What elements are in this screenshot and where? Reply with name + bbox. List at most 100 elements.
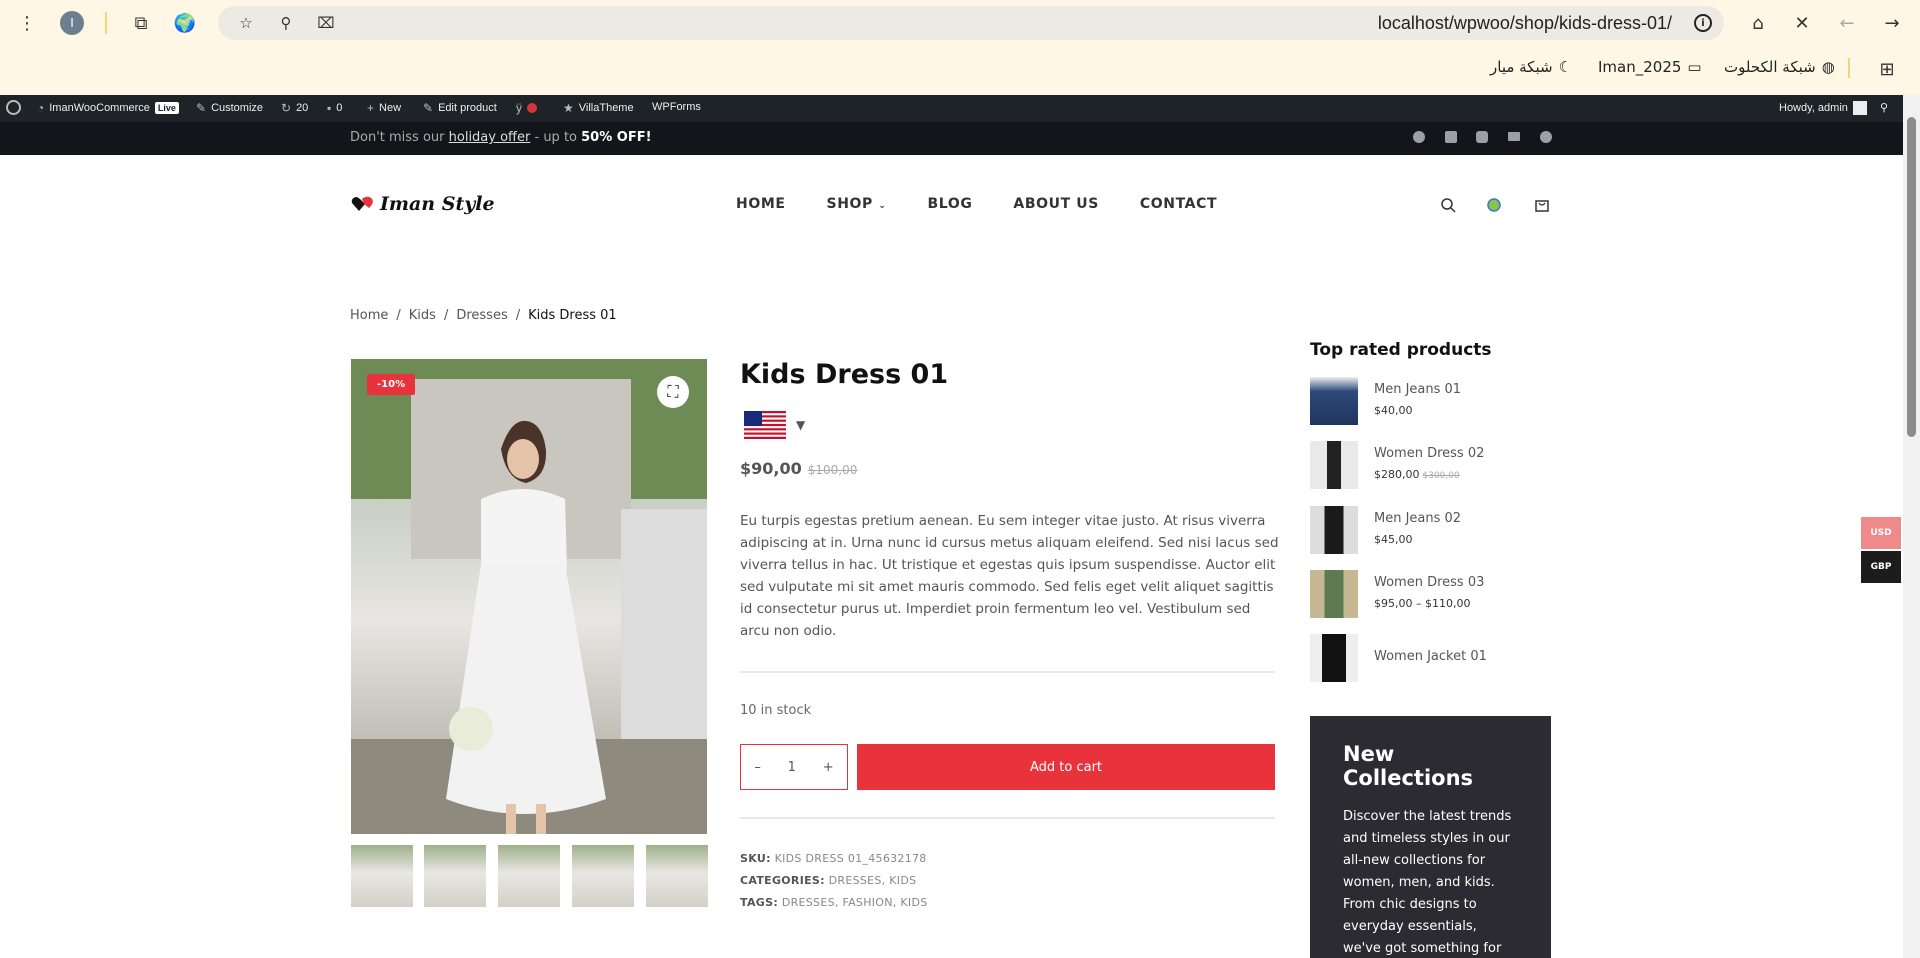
extensions-icon[interactable]: ⧉ bbox=[128, 10, 154, 36]
sidebar-product[interactable]: Women Dress 02 $280,00 $300,00 bbox=[1310, 441, 1530, 491]
sidebar-product-name[interactable]: Women Jacket 01 bbox=[1374, 649, 1487, 664]
plus-icon[interactable]: + bbox=[823, 760, 834, 775]
us-flag-icon[interactable] bbox=[744, 411, 786, 439]
gallery-thumb[interactable] bbox=[646, 845, 708, 907]
breadcrumb-home[interactable]: Home bbox=[350, 308, 388, 323]
search-icon[interactable]: ⚲ bbox=[1880, 101, 1888, 114]
bookmark-folder[interactable]: شبكة ميار ☾ bbox=[1490, 58, 1572, 76]
sidebar-product-name[interactable]: Men Jeans 02 bbox=[1374, 511, 1461, 526]
new-content-link[interactable]: + New bbox=[367, 101, 401, 115]
currency-dropdown-caret-icon[interactable]: ▼ bbox=[796, 418, 805, 432]
sidebar-product-name[interactable]: Men Jeans 01 bbox=[1374, 382, 1461, 397]
breadcrumb-sep: / bbox=[443, 308, 449, 323]
updates-link[interactable]: ↻ 20 bbox=[281, 101, 308, 115]
profile-avatar[interactable]: I bbox=[60, 11, 84, 35]
phone-icon[interactable] bbox=[1540, 131, 1552, 143]
globe-extension-icon[interactable]: 🌍 bbox=[172, 10, 198, 36]
product-thumb[interactable] bbox=[1310, 634, 1358, 682]
scrollbar-thumb[interactable] bbox=[1907, 117, 1916, 437]
site-info-icon[interactable]: i bbox=[1694, 14, 1712, 32]
email-icon[interactable] bbox=[1508, 132, 1520, 141]
sidebar-product[interactable]: Men Jeans 01 $40,00 bbox=[1310, 377, 1530, 427]
quantity-stepper[interactable]: – 1 + bbox=[740, 744, 848, 790]
close-icon[interactable]: ✕ bbox=[1789, 10, 1815, 36]
add-to-cart-button[interactable]: Add to cart bbox=[857, 744, 1275, 790]
forward-icon[interactable]: → bbox=[1879, 10, 1905, 36]
gallery-thumb[interactable] bbox=[351, 845, 413, 907]
holiday-offer-link[interactable]: holiday offer bbox=[449, 130, 531, 145]
product-thumb[interactable] bbox=[1310, 570, 1358, 618]
product-thumb[interactable] bbox=[1310, 441, 1358, 489]
villatheme-link[interactable]: ★ VillaTheme bbox=[563, 101, 634, 115]
live-badge: Live bbox=[154, 102, 179, 114]
categories-label: CATEGORIES: bbox=[740, 874, 825, 887]
bookmark-folder[interactable]: Iman_2025 ▭ bbox=[1598, 58, 1702, 76]
tags-links[interactable]: DRESSES, FASHION, KIDS bbox=[782, 896, 928, 909]
address-bar[interactable]: ☆ ⚲ ⌧ localhost/wpwoo/shop/kids-dress-01… bbox=[218, 6, 1724, 40]
edit-product-link[interactable]: ✎ Edit product bbox=[423, 101, 497, 115]
divider bbox=[740, 671, 1275, 673]
yoast-icon: ÿ bbox=[516, 101, 522, 115]
cart-icon[interactable] bbox=[1533, 196, 1551, 214]
sidebar-product[interactable]: Women Jacket 01 bbox=[1310, 634, 1530, 684]
fullscreen-icon[interactable]: ⛶ bbox=[657, 376, 689, 408]
url-text[interactable]: localhost/wpwoo/shop/kids-dress-01/ bbox=[1378, 13, 1672, 34]
wpforms-link[interactable]: WPForms bbox=[652, 101, 701, 113]
gallery-thumb[interactable] bbox=[424, 845, 486, 907]
bookmark-label: Iman_2025 bbox=[1598, 58, 1682, 76]
x-twitter-icon[interactable] bbox=[1445, 131, 1457, 143]
back-icon[interactable]: ← bbox=[1834, 10, 1860, 36]
minus-icon[interactable]: – bbox=[754, 760, 761, 775]
product-thumb[interactable] bbox=[1310, 377, 1358, 425]
wordpress-logo-icon[interactable] bbox=[6, 100, 21, 115]
globe-icon[interactable] bbox=[1485, 196, 1503, 214]
sidebar-product[interactable]: Women Dress 03 $95,00 – $110,00 bbox=[1310, 570, 1530, 620]
promo-pre: Don't miss our bbox=[350, 130, 449, 145]
product-main-image[interactable]: -10% ⛶ bbox=[351, 359, 707, 834]
breadcrumb-kids[interactable]: Kids bbox=[409, 308, 436, 323]
currency-gbp[interactable]: GBP bbox=[1861, 551, 1901, 583]
customize-link[interactable]: ✎ Customize bbox=[196, 101, 263, 115]
globe-icon: ◍ bbox=[1821, 58, 1835, 76]
nav-blog[interactable]: BLOG bbox=[928, 196, 973, 212]
currency-usd[interactable]: USD bbox=[1861, 517, 1901, 549]
page-scrollbar[interactable] bbox=[1903, 95, 1920, 958]
nav-about[interactable]: ABOUT US bbox=[1013, 196, 1098, 212]
categories-links[interactable]: DRESSES, KIDS bbox=[829, 874, 917, 887]
breadcrumb-current: Kids Dress 01 bbox=[528, 308, 617, 323]
gallery-thumb[interactable] bbox=[572, 845, 634, 907]
breadcrumb-dresses[interactable]: Dresses bbox=[456, 308, 507, 323]
sku-value: KIDS DRESS 01_45632178 bbox=[774, 852, 927, 865]
nav-contact[interactable]: CONTACT bbox=[1140, 196, 1217, 212]
apps-grid-icon[interactable]: ⊞ bbox=[1874, 56, 1900, 82]
sidebar-product[interactable]: Men Jeans 02 $45,00 bbox=[1310, 506, 1530, 556]
sidebar-product-name[interactable]: Women Dress 03 bbox=[1374, 575, 1484, 590]
star-bookmark-icon[interactable]: ☆ bbox=[234, 11, 258, 35]
account-link[interactable]: Howdy, admin bbox=[1779, 101, 1867, 115]
new-label: New bbox=[379, 102, 402, 114]
search-icon[interactable] bbox=[1439, 196, 1457, 214]
comments-link[interactable]: ▪ 0 bbox=[327, 101, 342, 115]
nav-shop[interactable]: SHOP ⌄ bbox=[827, 196, 887, 212]
zoom-icon[interactable]: ⚲ bbox=[274, 11, 298, 35]
divider bbox=[105, 12, 107, 34]
yoast-link[interactable]: ÿ bbox=[516, 101, 537, 115]
facebook-icon[interactable] bbox=[1413, 131, 1425, 143]
breadcrumb-sep: / bbox=[396, 308, 401, 323]
menu-dots-icon[interactable]: ⋮ bbox=[14, 10, 40, 36]
site-logo[interactable]: Iman Style bbox=[350, 193, 495, 215]
nav-home[interactable]: HOME bbox=[736, 196, 786, 212]
divider bbox=[1848, 58, 1850, 78]
site-name-link[interactable]: ◔ ImanWooCommerce Live bbox=[37, 101, 179, 115]
bookmark-folder[interactable]: شبكة الكحلوت ◍ bbox=[1724, 58, 1835, 76]
translate-icon[interactable]: ⌧ bbox=[314, 11, 338, 35]
product-sku: SKU: KIDS DRESS 01_45632178 bbox=[740, 852, 927, 865]
heart-logo-icon bbox=[351, 196, 373, 211]
instagram-icon[interactable] bbox=[1476, 131, 1488, 143]
gallery-thumb[interactable] bbox=[498, 845, 560, 907]
home-icon[interactable]: ⌂ bbox=[1745, 10, 1771, 36]
quantity-value[interactable]: 1 bbox=[788, 760, 796, 775]
edit-label: Edit product bbox=[438, 102, 497, 114]
product-thumb[interactable] bbox=[1310, 506, 1358, 554]
sidebar-product-name[interactable]: Women Dress 02 bbox=[1374, 446, 1484, 461]
